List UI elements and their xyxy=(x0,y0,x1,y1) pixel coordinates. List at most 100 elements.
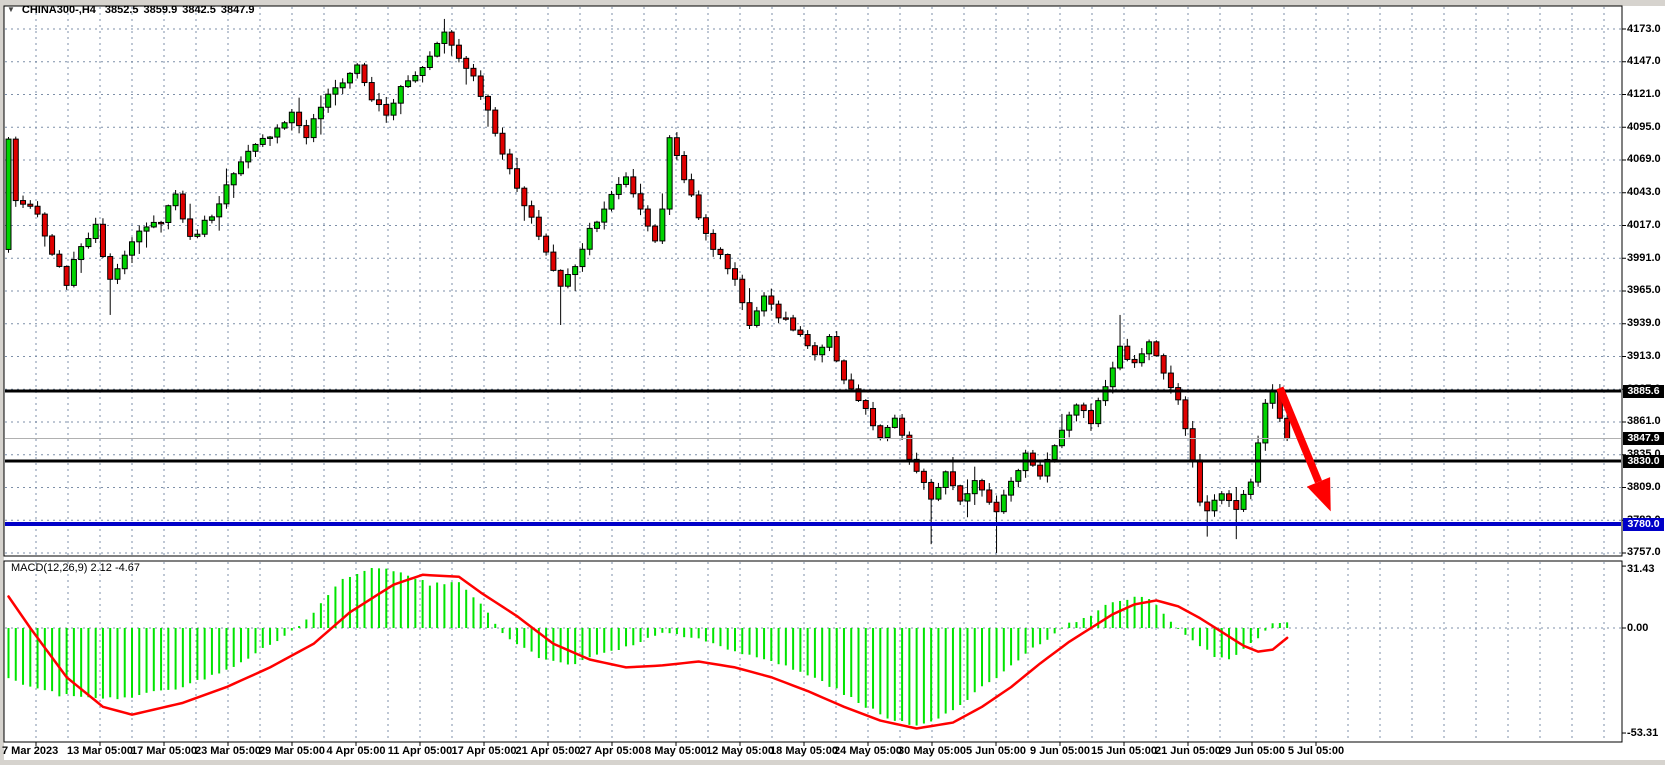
candle-body xyxy=(376,99,383,106)
candle-body xyxy=(5,138,12,250)
macd-histogram-bar xyxy=(1155,605,1158,628)
candle-body xyxy=(455,44,462,59)
macd-histogram-bar xyxy=(1024,628,1027,654)
ohlc-open-value: 3852.5 xyxy=(104,4,139,16)
macd-histogram-bar xyxy=(1140,596,1143,628)
candle-body xyxy=(673,137,680,157)
macd-histogram-bar xyxy=(465,589,468,628)
macd-histogram-bar xyxy=(1191,628,1194,641)
price-tick-label: 3861.0 xyxy=(1627,415,1661,428)
price-badge-3885.6: 3885.6 xyxy=(1623,384,1664,398)
candle-body xyxy=(572,266,579,276)
macd-histogram-bar xyxy=(1228,628,1231,660)
price-tick-label: 4043.0 xyxy=(1627,186,1661,199)
macd-histogram-bar xyxy=(566,628,569,665)
candle-body xyxy=(942,471,949,488)
macd-histogram-bar xyxy=(668,628,671,634)
chart-canvas[interactable] xyxy=(0,0,1665,765)
candle-body xyxy=(521,187,528,207)
candle-body xyxy=(1262,402,1269,444)
macd-histogram-bar xyxy=(966,628,969,700)
candle-body xyxy=(848,379,855,390)
macd-histogram-bar xyxy=(937,628,940,719)
macd-histogram-bar xyxy=(414,578,417,628)
macd-histogram-bar xyxy=(951,628,954,711)
candle-body xyxy=(368,82,375,101)
macd-histogram-bar xyxy=(915,628,918,726)
candle-body xyxy=(143,226,150,232)
macd-histogram-bar xyxy=(828,628,831,687)
candle-body xyxy=(528,205,535,218)
candle-body xyxy=(259,137,266,145)
macd-histogram-bar xyxy=(1017,628,1020,661)
macd-histogram-bar xyxy=(131,628,134,698)
macd-histogram-bar xyxy=(1257,628,1260,639)
candle-body xyxy=(920,470,927,483)
time-tick-label: 15 Jun 05:00 xyxy=(1090,745,1158,757)
candle-body xyxy=(993,501,1000,513)
candle-body xyxy=(790,317,797,331)
macd-histogram-bar xyxy=(639,628,642,643)
candle-body xyxy=(797,329,804,336)
candle-body xyxy=(652,225,659,242)
macd-histogram-bar xyxy=(160,628,163,691)
time-tick-label: 11 Apr 05:00 xyxy=(387,745,453,757)
macd-histogram-bar xyxy=(428,585,431,628)
macd-histogram-bar xyxy=(799,628,802,672)
macd-histogram-bar xyxy=(777,628,780,665)
candle-body xyxy=(434,42,441,57)
candle-body xyxy=(1095,400,1102,425)
mt4-chart-window: ▼ CHINA300-,H4 3852.5 3859.9 3842.5 3847.9 MA… xyxy=(0,0,1665,765)
trend-arrow-head[interactable] xyxy=(1306,477,1331,512)
time-tick-label: 21 Apr 05:00 xyxy=(515,745,581,757)
price-tick-label: 4069.0 xyxy=(1627,153,1661,166)
candle-body xyxy=(593,221,600,229)
macd-histogram-bar xyxy=(436,582,439,628)
macd-histogram-bar xyxy=(109,628,112,698)
macd-histogram-bar xyxy=(930,628,933,722)
candle-body xyxy=(1131,358,1138,364)
macd-signal-value: -4.67 xyxy=(114,562,141,574)
candle-body xyxy=(724,254,731,270)
macd-histogram-bar xyxy=(43,628,46,691)
price-tick-label: 4017.0 xyxy=(1627,218,1661,231)
macd-histogram-bar xyxy=(821,628,824,682)
macd-histogram-bar xyxy=(1177,627,1180,629)
symbol-dropdown-icon[interactable]: ▼ xyxy=(7,5,15,14)
macd-histogram-bar xyxy=(959,628,962,706)
time-tick-label: 5 Jul 05:00 xyxy=(1287,745,1345,757)
macd-histogram-bar xyxy=(617,628,620,650)
time-tick-label: 21 Jun 05:00 xyxy=(1154,745,1222,757)
macd-histogram-bar xyxy=(189,628,192,684)
time-tick-label: 8 May 05:00 xyxy=(645,745,707,757)
macd-indicator-label: MACD(12,26,9) 2.12 -4.67 xyxy=(11,562,140,574)
candle-body xyxy=(1182,399,1189,430)
macd-histogram-bar xyxy=(167,628,170,690)
candle-body xyxy=(1124,345,1131,360)
macd-histogram-bar xyxy=(719,628,722,647)
candle-body xyxy=(608,193,615,210)
macd-histogram-bar xyxy=(1010,628,1013,666)
macd-histogram-bar xyxy=(632,628,635,646)
macd-histogram-bar xyxy=(450,582,453,628)
candle-body xyxy=(1175,387,1182,401)
time-tick-label: 9 Jun 05:00 xyxy=(1030,745,1090,757)
candle-body xyxy=(165,205,172,223)
macd-histogram-bar xyxy=(661,628,664,633)
macd-histogram-bar xyxy=(922,628,925,724)
macd-histogram-bar xyxy=(770,628,773,661)
candle-body xyxy=(288,111,295,124)
candle-body xyxy=(615,183,622,195)
candle-body xyxy=(819,346,826,356)
macd-histogram-bar xyxy=(1133,596,1136,628)
macd-histogram-bar xyxy=(1148,599,1151,628)
macd-histogram-bar xyxy=(501,628,504,634)
candle-body xyxy=(1073,404,1080,416)
candle-body xyxy=(499,132,506,155)
macd-histogram-bar xyxy=(1286,622,1289,628)
macd-histogram-bar xyxy=(1206,628,1209,650)
candle-body xyxy=(1029,452,1036,466)
time-tick-label: 17 Apr 05:00 xyxy=(451,745,517,757)
candle-body xyxy=(354,64,361,74)
candle-body xyxy=(281,122,288,129)
